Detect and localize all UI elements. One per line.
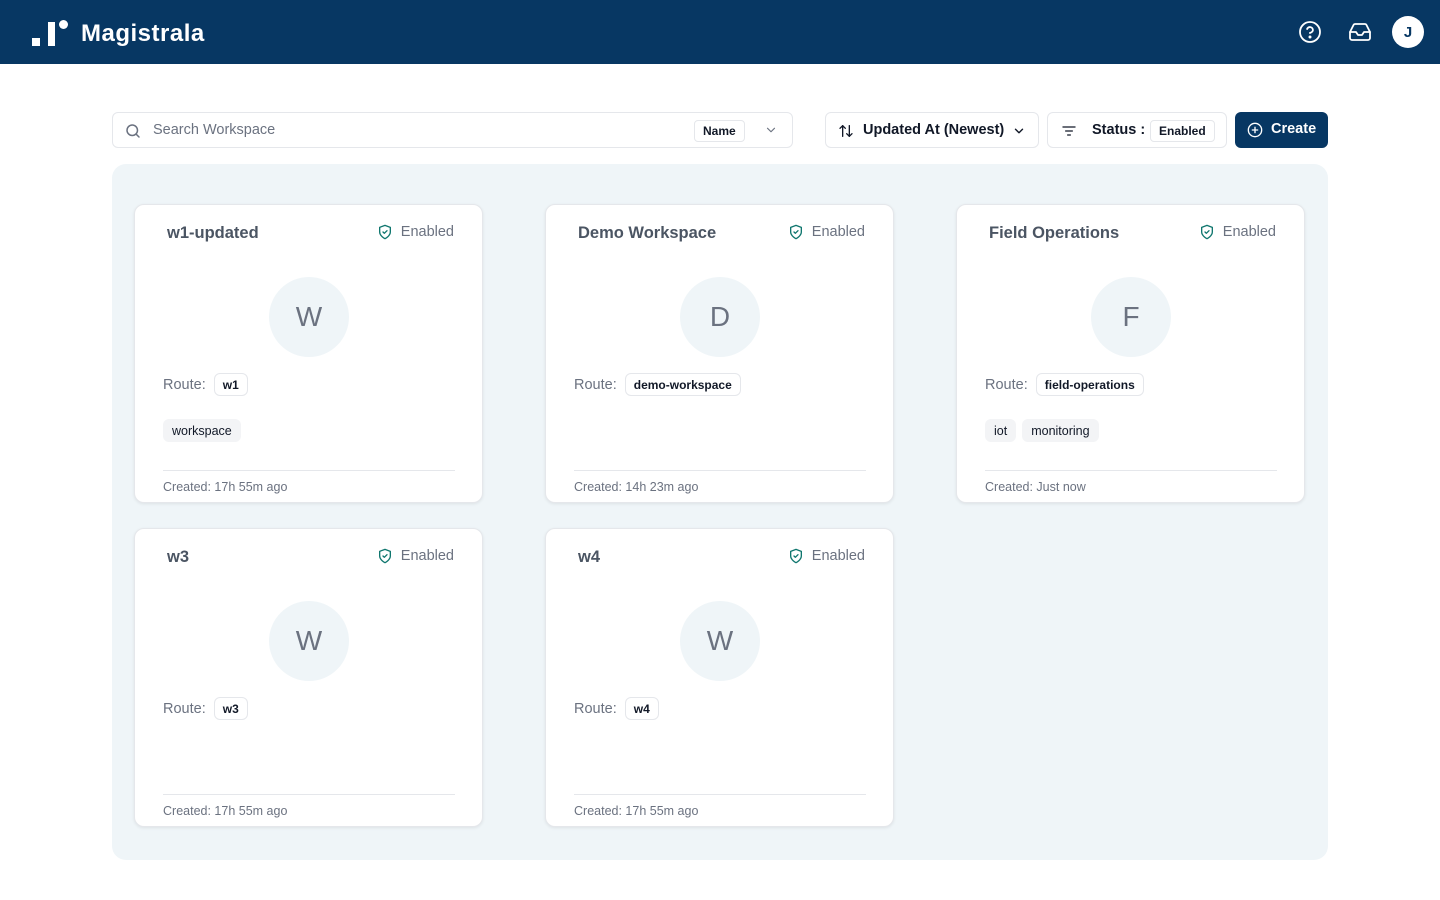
card-divider (163, 794, 455, 795)
workspace-status: Enabled (377, 548, 454, 564)
workspace-created: Created: 14h 23m ago (574, 480, 699, 494)
workspace-route: Route: w4 (574, 697, 659, 720)
search-icon (126, 124, 140, 138)
route-value: w3 (213, 697, 248, 720)
workspace-toolbar: Name Updated At (Newest) Status : Enable… (112, 112, 1328, 148)
workspace-grid: w1-updated Enabled W Route: w1 workspace… (112, 164, 1328, 860)
plus-circle-icon (1247, 122, 1263, 138)
sort-dropdown[interactable]: Updated At (Newest) (825, 112, 1039, 148)
route-value: w1 (213, 373, 248, 396)
card-divider (163, 470, 455, 471)
workspace-card[interactable]: w3 Enabled W Route: w3 Created: 17h 55m … (134, 528, 483, 827)
route-label: Route: (163, 700, 206, 717)
workspace-status: Enabled (377, 224, 454, 240)
workspace-name: w1-updated (167, 224, 259, 242)
workspace-status: Enabled (788, 548, 865, 564)
workspace-tags: iot monitoring (985, 419, 1099, 442)
logo-icon (32, 20, 68, 48)
workspace-route: Route: w1 (163, 373, 248, 396)
filter-icon (1062, 126, 1076, 136)
workspace-status: Enabled (788, 224, 865, 240)
shield-check-icon (378, 548, 391, 564)
workspace-route: Route: w3 (163, 697, 248, 720)
route-label: Route: (985, 376, 1028, 393)
status-filter[interactable]: Status : Enabled (1047, 112, 1227, 148)
workspace-card[interactable]: w1-updated Enabled W Route: w1 workspace… (134, 204, 483, 503)
workspace-avatar: W (269, 277, 349, 357)
workspace-status: Enabled (1199, 224, 1276, 240)
card-divider (985, 470, 1277, 471)
workspace-status-text: Enabled (1222, 224, 1276, 240)
card-divider (574, 470, 866, 471)
search-bar: Name (112, 112, 793, 148)
workspace-card[interactable]: Field Operations Enabled F Route: field-… (956, 204, 1305, 503)
workspace-route: Route: demo-workspace (574, 373, 741, 396)
sort-arrows-icon (839, 125, 853, 137)
inbox-icon[interactable] (1348, 20, 1372, 44)
chevron-down-icon (1014, 128, 1024, 134)
search-field-value: Name (694, 120, 745, 142)
route-value: field-operations (1035, 373, 1144, 396)
search-input[interactable] (153, 114, 673, 146)
help-icon[interactable] (1298, 20, 1322, 44)
workspace-avatar: W (680, 601, 760, 681)
brand-logo[interactable]: Magistrala (32, 20, 205, 48)
workspace-status-text: Enabled (400, 224, 454, 240)
workspace-status-text: Enabled (811, 224, 865, 240)
workspace-name: w4 (578, 548, 601, 566)
workspace-created: Created: Just now (985, 480, 1086, 494)
workspace-card[interactable]: Demo Workspace Enabled D Route: demo-wor… (545, 204, 894, 503)
create-workspace-button[interactable]: Create (1235, 112, 1328, 148)
workspace-created: Created: 17h 55m ago (163, 804, 288, 818)
route-label: Route: (574, 700, 617, 717)
workspace-tag: iot (985, 419, 1017, 442)
workspace-tag: monitoring (1022, 419, 1099, 442)
route-label: Route: (574, 376, 617, 393)
workspace-created: Created: 17h 55m ago (163, 480, 288, 494)
user-avatar[interactable]: J (1392, 16, 1424, 48)
workspace-tags: workspace (163, 419, 241, 442)
top-navbar: Magistrala J (0, 0, 1440, 64)
sort-label: Updated At (Newest) (863, 122, 1005, 138)
shield-check-icon (378, 224, 391, 240)
brand-name: Magistrala (81, 20, 205, 47)
workspace-avatar: D (680, 277, 760, 357)
workspace-name: Demo Workspace (578, 224, 717, 242)
card-divider (574, 794, 866, 795)
workspace-status-text: Enabled (400, 548, 454, 564)
workspace-route: Route: field-operations (985, 373, 1144, 396)
workspace-name: w3 (167, 548, 190, 566)
shield-check-icon (789, 224, 802, 240)
workspace-status-text: Enabled (811, 548, 865, 564)
workspace-name: Field Operations (989, 224, 1120, 242)
status-filter-value: Enabled (1150, 120, 1215, 142)
route-value: w4 (624, 697, 659, 720)
workspace-tag: workspace (163, 419, 241, 442)
search-field-select[interactable]: Name (674, 113, 792, 147)
create-button-label: Create (1271, 121, 1317, 137)
status-filter-label: Status : (1092, 122, 1146, 138)
chevron-down-icon (766, 127, 776, 133)
workspace-avatar: W (269, 601, 349, 681)
workspace-avatar: F (1091, 277, 1171, 357)
route-label: Route: (163, 376, 206, 393)
route-value: demo-workspace (624, 373, 741, 396)
shield-check-icon (789, 548, 802, 564)
shield-check-icon (1200, 224, 1213, 240)
workspace-card[interactable]: w4 Enabled W Route: w4 Created: 17h 55m … (545, 528, 894, 827)
workspace-created: Created: 17h 55m ago (574, 804, 699, 818)
